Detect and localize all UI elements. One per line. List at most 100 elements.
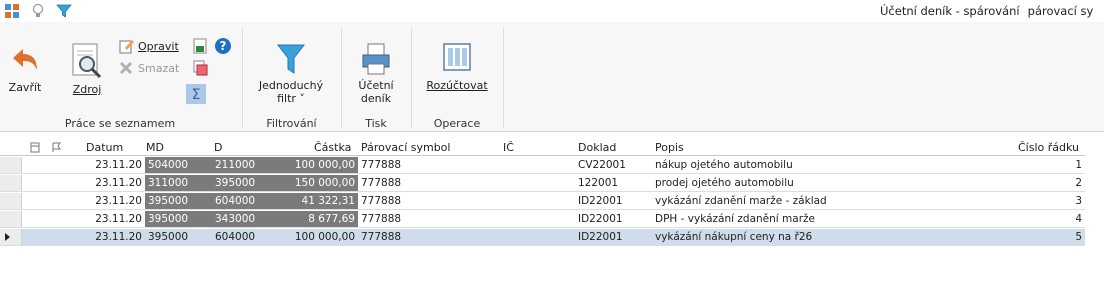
opravit-button[interactable]: Opravit: [118, 38, 179, 54]
cell-ic[interactable]: [500, 157, 575, 173]
columns-icon: [443, 43, 471, 71]
cell-md[interactable]: 504000: [145, 157, 212, 173]
cell-md[interactable]: 395000: [145, 193, 212, 209]
cell-parovaci-symbol[interactable]: 777888: [358, 175, 500, 191]
ucetni-denik-button[interactable]: Účetní deník: [350, 42, 402, 105]
ribbon: Zavřít Zdroj Opravit Smazat ? Σ Práce se…: [0, 22, 1104, 132]
table-row[interactable]: 23.11.20 311000 395000 150 000,00 777888…: [0, 175, 1085, 192]
row-header[interactable]: [0, 229, 22, 245]
col-md[interactable]: MD: [146, 141, 164, 154]
cell-doklad[interactable]: ID22001: [575, 193, 652, 209]
cell-doklad[interactable]: ID22001: [575, 211, 652, 227]
jednoduchy-filtr-button[interactable]: Jednoduchý filtr ˅: [251, 42, 331, 105]
cell-castka[interactable]: 41 322,31: [284, 193, 358, 209]
cell-d[interactable]: 604000: [212, 193, 284, 209]
cell-d[interactable]: 211000: [212, 157, 284, 173]
table-row[interactable]: 23.11.20 395000 343000 8 677,69 777888 I…: [0, 211, 1085, 228]
smazat-button[interactable]: Smazat: [118, 60, 179, 76]
cell-castka[interactable]: 100 000,00: [284, 229, 358, 245]
zdroj-button[interactable]: Zdroj: [62, 42, 112, 96]
group-divider: [503, 28, 504, 128]
cell-doklad[interactable]: 122001: [575, 175, 652, 191]
col-doklad[interactable]: Doklad: [578, 141, 616, 154]
group-operace: Rozúčtovat Operace: [412, 22, 502, 132]
rozuctovat-button[interactable]: Rozúčtovat: [420, 42, 494, 92]
filter-icon[interactable]: [56, 3, 72, 19]
lightbulb-icon[interactable]: [30, 3, 46, 19]
table-row-selected[interactable]: 23.11.20 395000 604000 100 000,00 777888…: [0, 229, 1085, 246]
row-header[interactable]: [0, 211, 22, 227]
group-label-tisk: Tisk: [365, 117, 387, 130]
cell-md[interactable]: 395000: [145, 229, 212, 245]
zavrit-button[interactable]: Zavřít: [6, 46, 44, 94]
cell-cislo-radku[interactable]: 3: [1002, 193, 1085, 209]
row-header[interactable]: [0, 157, 22, 173]
sum-icon[interactable]: Σ: [186, 84, 206, 104]
svg-text:Σ: Σ: [192, 87, 201, 103]
back-arrow-icon: [13, 49, 37, 70]
cell-d[interactable]: 395000: [212, 175, 284, 191]
group-filtrovani: Jednoduchý filtr ˅ Filtrování: [243, 22, 340, 132]
col-popis[interactable]: Popis: [655, 141, 684, 154]
cell-datum[interactable]: 23.11.20: [75, 193, 145, 209]
cell-popis[interactable]: vykázání nákupní ceny na ř26: [652, 229, 1002, 245]
cell-doklad[interactable]: CV22001: [575, 157, 652, 173]
cell-ic[interactable]: [500, 175, 575, 191]
col-cislo-radku[interactable]: Číslo řádku: [1018, 141, 1079, 154]
col-ic[interactable]: IČ: [503, 141, 514, 154]
edit-icon: [119, 40, 134, 54]
cell-popis[interactable]: prodej ojetého automobilu: [652, 175, 1002, 191]
table-row[interactable]: 23.11.20 504000 211000 100 000,00 777888…: [0, 157, 1085, 174]
cell-datum[interactable]: 23.11.20: [75, 175, 145, 191]
col-parovaci-symbol[interactable]: Párovací symbol: [361, 141, 450, 154]
group-tisk: Účetní deník Tisk: [342, 22, 410, 132]
col-datum[interactable]: Datum: [86, 141, 123, 154]
excel-export-icon[interactable]: [192, 38, 208, 54]
svg-text:?: ?: [220, 39, 227, 53]
col-d[interactable]: D: [214, 141, 222, 154]
document-magnifier-icon: [72, 43, 102, 79]
printer-icon: [362, 43, 390, 75]
attachment-column-icon: [30, 142, 40, 153]
cell-datum[interactable]: 23.11.20: [75, 157, 145, 173]
cell-cislo-radku[interactable]: 2: [1002, 175, 1085, 191]
cell-md[interactable]: 311000: [145, 175, 212, 191]
group-label-prace: Práce se seznamem: [64, 117, 176, 130]
cell-d[interactable]: 343000: [212, 211, 284, 227]
app-icon[interactable]: [4, 3, 20, 19]
cell-parovaci-symbol[interactable]: 777888: [358, 157, 500, 173]
row-header[interactable]: [0, 193, 22, 209]
col-castka[interactable]: Částka: [314, 141, 351, 154]
current-row-arrow-icon: [5, 233, 10, 241]
cell-d[interactable]: 604000: [212, 229, 284, 245]
flag-column-icon: [52, 142, 61, 152]
copy-icon[interactable]: [192, 60, 208, 76]
cell-popis[interactable]: nákup ojetého automobilu: [652, 157, 1002, 173]
cell-popis[interactable]: DPH - vykázání zdanění marže: [652, 211, 1002, 227]
cell-md[interactable]: 395000: [145, 211, 212, 227]
cell-doklad[interactable]: ID22001: [575, 229, 652, 245]
cell-parovaci-symbol[interactable]: 777888: [358, 193, 500, 209]
filter-large-icon: [276, 44, 306, 74]
cell-cislo-radku[interactable]: 4: [1002, 211, 1085, 227]
delete-icon: [119, 61, 133, 75]
cell-parovaci-symbol[interactable]: 777888: [358, 211, 500, 227]
cell-datum[interactable]: 23.11.20: [75, 229, 145, 245]
table-row[interactable]: 23.11.20 395000 604000 41 322,31 777888 …: [0, 193, 1085, 210]
help-icon[interactable]: ?: [214, 37, 232, 55]
grid-header: Datum MD D Částka Párovací symbol IČ Dok…: [0, 139, 1085, 156]
cell-castka[interactable]: 100 000,00: [284, 157, 358, 173]
cell-castka[interactable]: 150 000,00: [284, 175, 358, 191]
cell-castka[interactable]: 8 677,69: [284, 211, 358, 227]
cell-cislo-radku[interactable]: 1: [1002, 157, 1085, 173]
row-header[interactable]: [0, 175, 22, 191]
cell-ic[interactable]: [500, 193, 575, 209]
cell-cislo-radku[interactable]: 5: [1002, 229, 1085, 245]
cell-ic[interactable]: [500, 211, 575, 227]
cell-datum[interactable]: 23.11.20: [75, 211, 145, 227]
cell-ic[interactable]: [500, 229, 575, 245]
cell-parovaci-symbol[interactable]: 777888: [358, 229, 500, 245]
group-prace-se-seznamem: Zavřít Zdroj Opravit Smazat ? Σ Práce se…: [0, 22, 240, 132]
cell-popis[interactable]: vykázání zdanění marže - základ: [652, 193, 1002, 209]
group-label-filtrovani: Filtrování: [266, 117, 317, 130]
